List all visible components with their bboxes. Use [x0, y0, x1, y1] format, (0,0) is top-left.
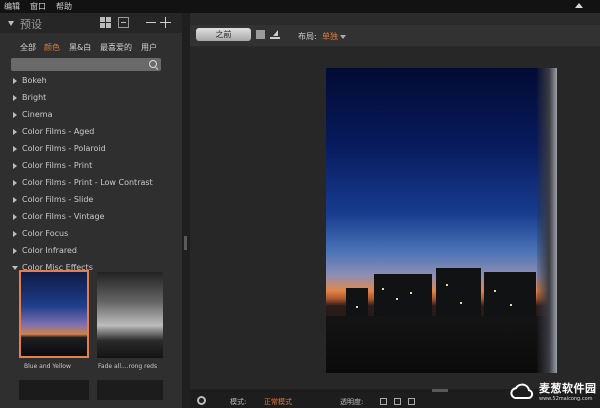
menubar: 编辑 窗口 帮助: [0, 0, 600, 13]
tab-favorites[interactable]: 最喜爱的: [100, 42, 132, 53]
menu-edit[interactable]: 编辑: [4, 1, 20, 12]
window-light: [460, 302, 462, 304]
building-silhouette: [484, 272, 536, 318]
chevron-down-icon[interactable]: [340, 35, 346, 39]
preset-label: Color Films - Print: [22, 161, 93, 170]
split-view-icon[interactable]: [270, 29, 280, 39]
preset-label: Color Infrared: [22, 246, 77, 255]
watermark-name: 麦葱软件园: [539, 382, 597, 395]
expand-arrow-icon[interactable]: [13, 180, 17, 186]
ground: [326, 316, 557, 373]
watermark: 麦葱软件园 www.52maicong.com: [507, 378, 600, 408]
preset-label: Color Films - Polaroid: [22, 144, 106, 153]
preset-item[interactable]: Color Films - Slide: [0, 192, 182, 209]
checkbox[interactable]: [394, 398, 401, 405]
preset-thumbnail[interactable]: [19, 380, 89, 400]
presets-header: 预设: [0, 13, 182, 33]
expand-arrow-icon[interactable]: [13, 129, 17, 135]
preset-item[interactable]: Bokeh: [0, 73, 182, 90]
before-button[interactable]: 之前: [196, 28, 251, 41]
expand-arrow-icon[interactable]: [13, 214, 17, 220]
tab-all[interactable]: 全部: [20, 42, 36, 53]
view-toolbar: 之前 布局: 单独: [190, 25, 600, 46]
tab-bw[interactable]: 黑&白: [69, 42, 91, 53]
checkbox[interactable]: [408, 398, 415, 405]
gear-icon[interactable]: [197, 396, 206, 405]
window-light: [396, 298, 398, 300]
expand-arrow-icon[interactable]: [13, 95, 17, 101]
expand-arrow-icon[interactable]: [13, 231, 17, 237]
preset-item[interactable]: Color Films - Aged: [0, 124, 182, 141]
collapse-triangle-icon[interactable]: [8, 21, 14, 26]
preset-label: Color Films - Vintage: [22, 212, 105, 221]
search-icon[interactable]: [149, 60, 157, 68]
menu-window[interactable]: 窗口: [30, 1, 46, 12]
category-tabs: 全部 颜色 黑&白 最喜爱的 用户: [0, 42, 182, 54]
preset-item[interactable]: Cinema: [0, 107, 182, 124]
window-light: [494, 290, 496, 292]
mode-select[interactable]: 正常模式: [264, 397, 292, 407]
preset-thumbnail-selected[interactable]: [19, 270, 89, 358]
watermark-url: www.52maicong.com: [539, 396, 593, 402]
preset-label: Cinema: [22, 110, 53, 119]
preset-thumbnail[interactable]: [97, 380, 163, 400]
expand-arrow-icon[interactable]: [13, 163, 17, 169]
expand-arrow-icon[interactable]: [13, 248, 17, 254]
window-light: [510, 304, 512, 306]
window-light: [446, 284, 448, 286]
building-silhouette: [436, 268, 481, 318]
collapse-arrow-icon[interactable]: [12, 266, 18, 270]
checkbox[interactable]: [380, 398, 387, 405]
grid-view-icon[interactable]: [100, 17, 111, 28]
presets-panel: 预设 全部 颜色 黑&白 最喜爱的 用户 Bokeh Bright Cinema…: [0, 13, 182, 408]
preset-item[interactable]: Color Films - Vintage: [0, 209, 182, 226]
preset-item[interactable]: Color Films - Print: [0, 158, 182, 175]
preset-label: Color Films - Aged: [22, 127, 95, 136]
preset-label: Color Films - Print - Low Contrast: [22, 178, 153, 187]
panel-divider[interactable]: [182, 13, 190, 408]
preset-item[interactable]: Color Films - Print - Low Contrast: [0, 175, 182, 192]
tab-user[interactable]: 用户: [141, 42, 157, 53]
thumbnail-caption: Fade all....rong reds: [98, 363, 158, 370]
preset-item[interactable]: Color Infrared: [0, 243, 182, 260]
expand-arrow-icon[interactable]: [13, 112, 17, 118]
tab-color[interactable]: 颜色: [44, 42, 60, 53]
expand-arrow-icon[interactable]: [13, 197, 17, 203]
preset-item[interactable]: Bright: [0, 90, 182, 107]
expand-icon[interactable]: [118, 17, 129, 28]
preset-label: Bright: [22, 93, 47, 102]
building-pillar: [537, 68, 557, 373]
window-light: [356, 306, 358, 308]
opacity-label: 透明度:: [340, 398, 364, 406]
thumbnail-caption: Blue and Yellow: [24, 363, 71, 370]
preset-item[interactable]: Color Focus: [0, 226, 182, 243]
preset-label: Color Films - Slide: [22, 195, 94, 204]
preset-item[interactable]: Color Films - Polaroid: [0, 141, 182, 158]
resize-grip-icon[interactable]: [184, 236, 187, 250]
minus-icon[interactable]: [146, 17, 157, 28]
search-input[interactable]: [11, 58, 161, 71]
preset-label: Color Focus: [22, 229, 69, 238]
cloud-logo-icon: [510, 383, 534, 399]
preset-list: Bokeh Bright Cinema Color Films - Aged C…: [0, 73, 182, 277]
window-light: [382, 288, 384, 290]
preview-photo: [326, 68, 557, 373]
building-silhouette: [346, 288, 368, 318]
building-silhouette: [374, 274, 432, 318]
mode-label: 模式:: [230, 398, 247, 406]
single-view-icon[interactable]: [256, 30, 265, 39]
plus-icon[interactable]: [160, 17, 171, 28]
expand-arrow-icon[interactable]: [13, 78, 17, 84]
window-light: [410, 292, 412, 294]
expand-arrow-icon[interactable]: [13, 146, 17, 152]
preset-label: Bokeh: [22, 76, 47, 85]
layout-select[interactable]: 单独: [322, 31, 338, 42]
collapse-toolbar-icon[interactable]: [575, 3, 583, 8]
layout-label: 布局:: [298, 32, 317, 41]
menu-help[interactable]: 帮助: [56, 1, 72, 12]
presets-title: 预设: [20, 18, 42, 31]
preset-thumbnail[interactable]: [97, 272, 163, 358]
resize-grip-icon[interactable]: [432, 389, 448, 392]
